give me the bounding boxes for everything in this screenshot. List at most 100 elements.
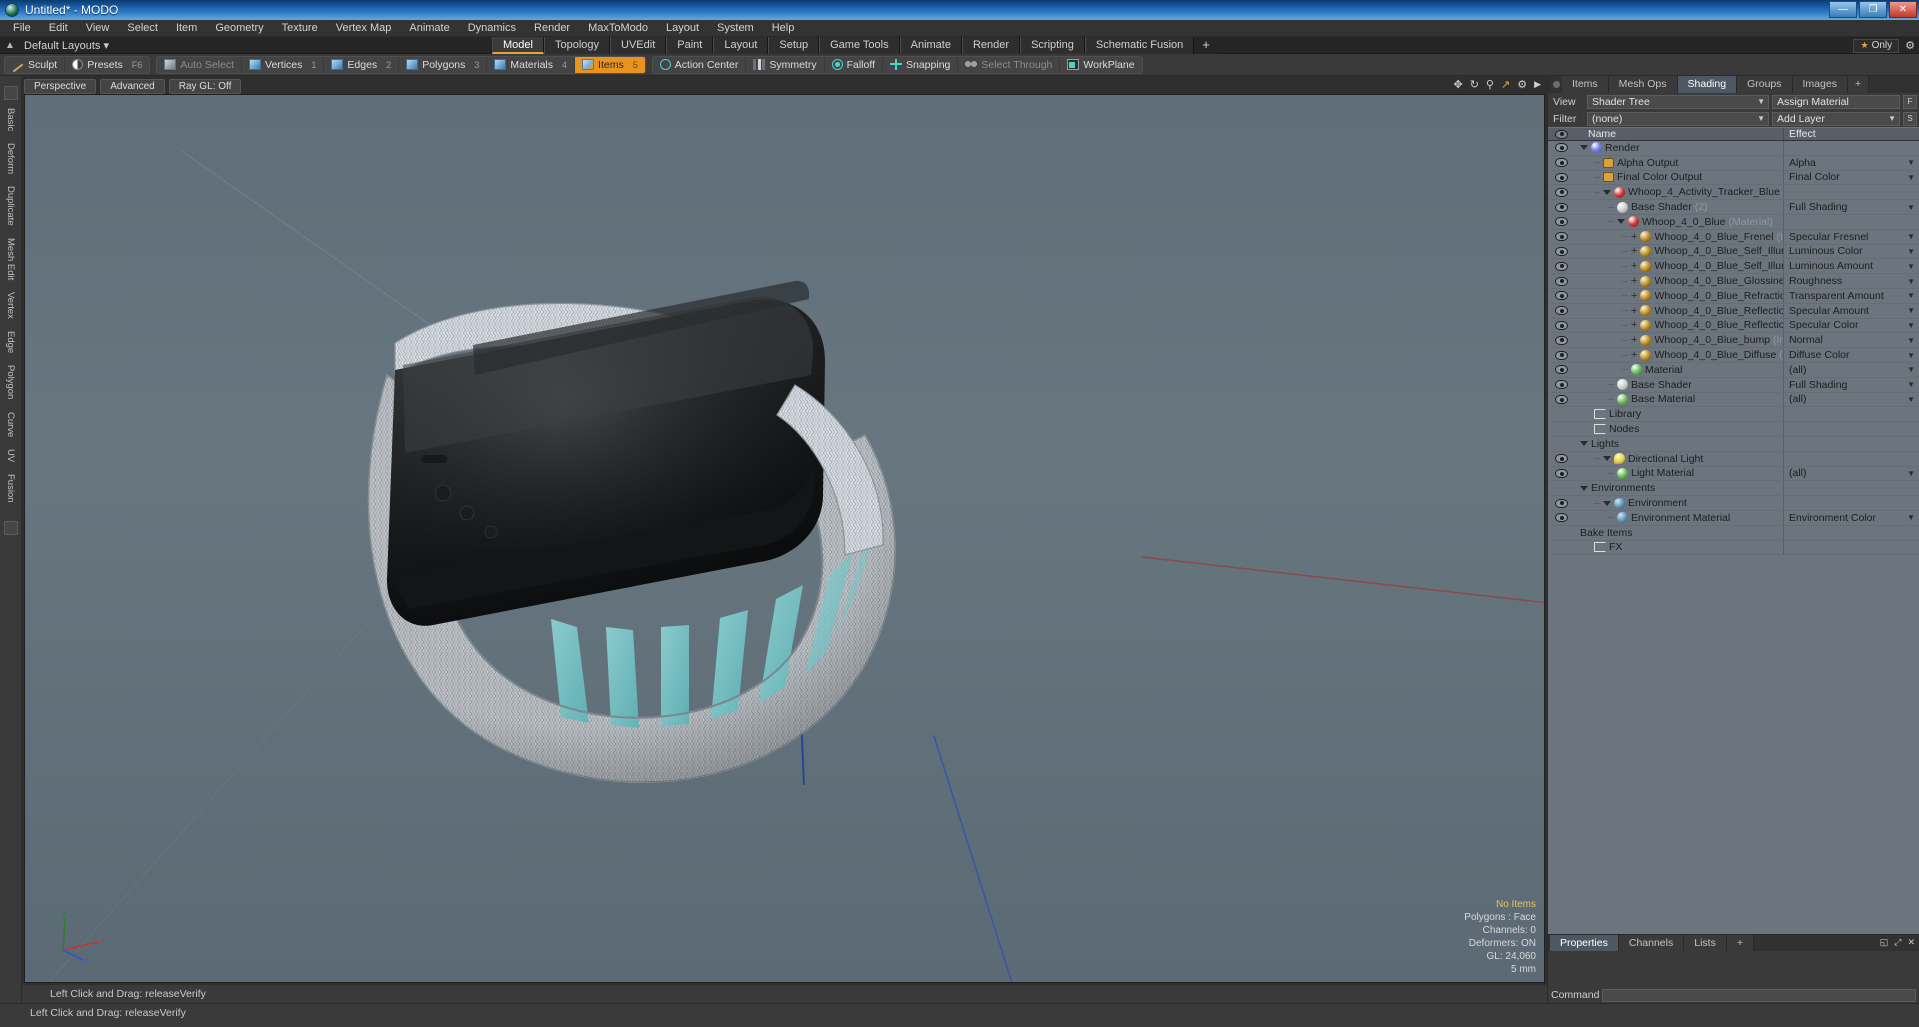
bottom-tab--[interactable]: + <box>1726 935 1754 951</box>
menu-item-render[interactable]: Render <box>525 20 579 37</box>
tab-paint[interactable]: Paint <box>666 37 714 54</box>
tool-items[interactable]: Items 5 <box>575 56 645 73</box>
chevron-down-icon[interactable]: ▼ <box>1907 306 1915 315</box>
chevron-down-icon[interactable]: ▼ <box>1907 469 1915 478</box>
chevron-right-icon[interactable]: ▶ <box>1534 79 1541 90</box>
menu-item-texture[interactable]: Texture <box>273 20 327 37</box>
right-tab-mesh-ops[interactable]: Mesh Ops <box>1608 76 1678 93</box>
tree-row-effect-cell[interactable]: Normal ▼ <box>1783 333 1919 348</box>
tree-row[interactable]: +Whoop_4_0_Blue_Refraction(Image)Transpa… <box>1548 288 1919 304</box>
bottom-tab-channels[interactable]: Channels <box>1618 935 1685 951</box>
tree-row[interactable]: Environment <box>1548 496 1919 511</box>
tree-row[interactable]: Bake Items <box>1548 525 1919 541</box>
visibility-toggle[interactable] <box>1548 365 1574 375</box>
viewport-3d[interactable]: No Items Polygons : Face Channels: 0 Def… <box>24 94 1545 983</box>
menu-item-animate[interactable]: Animate <box>400 20 458 37</box>
rail-item-uv[interactable]: UV <box>5 449 16 462</box>
visibility-toggle[interactable] <box>1548 468 1574 478</box>
plus-icon[interactable]: + <box>1631 305 1637 316</box>
chevron-down-icon[interactable]: ▼ <box>1907 203 1915 212</box>
tab-topology[interactable]: Topology <box>543 37 611 54</box>
tree-row[interactable]: Material (all) ▼ <box>1548 362 1919 378</box>
tree-row[interactable]: +Whoop_4_0_Blue_Self_Illumination(...Lum… <box>1548 244 1919 260</box>
visibility-toggle[interactable] <box>1548 513 1574 523</box>
tree-row[interactable]: FX <box>1548 540 1919 556</box>
plus-icon[interactable]: + <box>1631 320 1637 331</box>
visibility-toggle[interactable] <box>1548 276 1574 286</box>
popout-icon[interactable]: ⤢ <box>1894 937 1901 948</box>
chevron-down-icon[interactable]: ▼ <box>1907 336 1915 345</box>
visibility-toggle[interactable] <box>1548 202 1574 212</box>
tree-row[interactable]: Base Shader (2) Full Shading ▼ <box>1548 200 1919 215</box>
plus-icon[interactable]: + <box>1631 246 1637 257</box>
menu-item-maxtomodo[interactable]: MaxToModo <box>579 20 657 37</box>
minimize-button[interactable]: — <box>1829 1 1857 18</box>
menu-item-system[interactable]: System <box>708 20 763 37</box>
zoom-icon[interactable]: ⚲ <box>1486 78 1494 91</box>
visibility-toggle[interactable] <box>1548 394 1574 404</box>
rail-item-fusion[interactable]: Fusion <box>5 474 16 503</box>
menu-item-item[interactable]: Item <box>167 20 206 37</box>
tree-row[interactable]: Alpha Output Alpha ▼ <box>1548 155 1919 171</box>
plus-icon[interactable]: + <box>1631 350 1637 361</box>
chevron-down-icon[interactable]: ▼ <box>1907 351 1915 360</box>
tree-row[interactable]: +Whoop_4_0_Blue_Reflection(Image ..Specu… <box>1548 303 1919 319</box>
bottom-tab-lists[interactable]: Lists <box>1684 935 1727 951</box>
rail-bottom-box[interactable] <box>3 520 18 535</box>
menu-item-view[interactable]: View <box>77 20 119 37</box>
tree-row-effect-cell[interactable]: Full Shading ▼ <box>1783 377 1919 392</box>
rail-item-polygon[interactable]: Polygon <box>5 365 16 399</box>
tree-row[interactable]: Lights <box>1548 436 1919 452</box>
menu-item-select[interactable]: Select <box>118 20 167 37</box>
right-tab-items[interactable]: Items <box>1562 76 1609 93</box>
rail-item-deform[interactable]: Deform <box>5 143 16 174</box>
chevron-down-icon[interactable]: ▼ <box>1907 513 1915 522</box>
plus-icon[interactable]: + <box>1631 231 1637 242</box>
tree-row[interactable]: Directional Light <box>1548 451 1919 467</box>
tree-row-effect-cell[interactable]: Luminous Color ▼ <box>1783 244 1919 259</box>
menu-item-layout[interactable]: Layout <box>657 20 708 37</box>
right-tab-shading[interactable]: Shading <box>1677 76 1738 93</box>
right-tab-images[interactable]: Images <box>1792 76 1848 93</box>
chevron-down-icon[interactable]: ▼ <box>1907 321 1915 330</box>
tree-row-effect-cell[interactable]: (all) ▼ <box>1783 362 1919 377</box>
tree-row-effect-cell[interactable]: Specular Amount ▼ <box>1783 303 1919 318</box>
tree-row[interactable]: Environments <box>1548 481 1919 497</box>
tab-render[interactable]: Render <box>961 37 1021 54</box>
visibility-toggle[interactable] <box>1548 261 1574 271</box>
tree-row[interactable]: Whoop_4_0_Blue (Material) <box>1548 214 1919 230</box>
maximize-button[interactable]: ❐ <box>1859 1 1887 18</box>
shader-tree[interactable]: Render Alpha Output Alpha ▼ Final Color Outp… <box>1548 141 1919 934</box>
close-icon[interactable]: ✕ <box>1907 937 1915 948</box>
visibility-toggle[interactable] <box>1548 246 1574 256</box>
tree-row[interactable]: +Whoop_4_0_Blue_Glossiness(Image)Roughne… <box>1548 274 1919 289</box>
tree-row-effect-cell[interactable]: Diffuse Color ▼ <box>1783 348 1919 362</box>
chevron-down-icon[interactable] <box>1580 485 1588 491</box>
viewport-raygl-button[interactable]: Ray GL: Off <box>168 78 242 94</box>
rail-item-mesh-edit[interactable]: Mesh Edit <box>5 238 16 280</box>
tree-row[interactable]: Final Color Output Final Color ▼ <box>1548 170 1919 186</box>
tree-row-effect-cell[interactable]: Luminous Amount ▼ <box>1783 259 1919 274</box>
rail-item-curve[interactable]: Curve <box>5 412 16 437</box>
tab-schematic-fusion[interactable]: Schematic Fusion <box>1084 37 1195 54</box>
tree-row[interactable]: + Whoop_4_0_Blue_bump(Image) Normal ▼ <box>1548 333 1919 349</box>
tree-row-effect-cell[interactable]: Alpha ▼ <box>1783 155 1919 170</box>
chevron-down-icon[interactable] <box>1580 145 1588 151</box>
visibility-toggle[interactable] <box>1548 320 1574 330</box>
rail-item-edge[interactable]: Edge <box>5 331 16 353</box>
tab-uvedit[interactable]: UVEdit <box>610 37 667 54</box>
add-tab-button[interactable]: + <box>1194 37 1218 54</box>
tool-edges[interactable]: Edges 2 <box>324 56 400 73</box>
filter-select[interactable]: (none) ▼ <box>1587 111 1769 126</box>
chevron-down-icon[interactable] <box>1603 500 1611 506</box>
tree-row-effect-cell[interactable]: Specular Color ▼ <box>1783 318 1919 333</box>
visibility-toggle[interactable] <box>1548 143 1574 153</box>
tool-materials[interactable]: Materials 4 <box>487 56 576 73</box>
rotate-icon[interactable]: ↻ <box>1470 78 1479 91</box>
chevron-down-icon[interactable]: ▼ <box>1907 395 1915 404</box>
close-button[interactable]: ✕ <box>1889 1 1917 18</box>
menu-item-vertex-map[interactable]: Vertex Map <box>327 20 401 37</box>
view-select[interactable]: Shader Tree ▼ <box>1587 94 1769 109</box>
tree-row-effect-cell[interactable]: Full Shading ▼ <box>1783 200 1919 214</box>
tree-row-effect-cell[interactable]: Roughness ▼ <box>1783 274 1919 288</box>
